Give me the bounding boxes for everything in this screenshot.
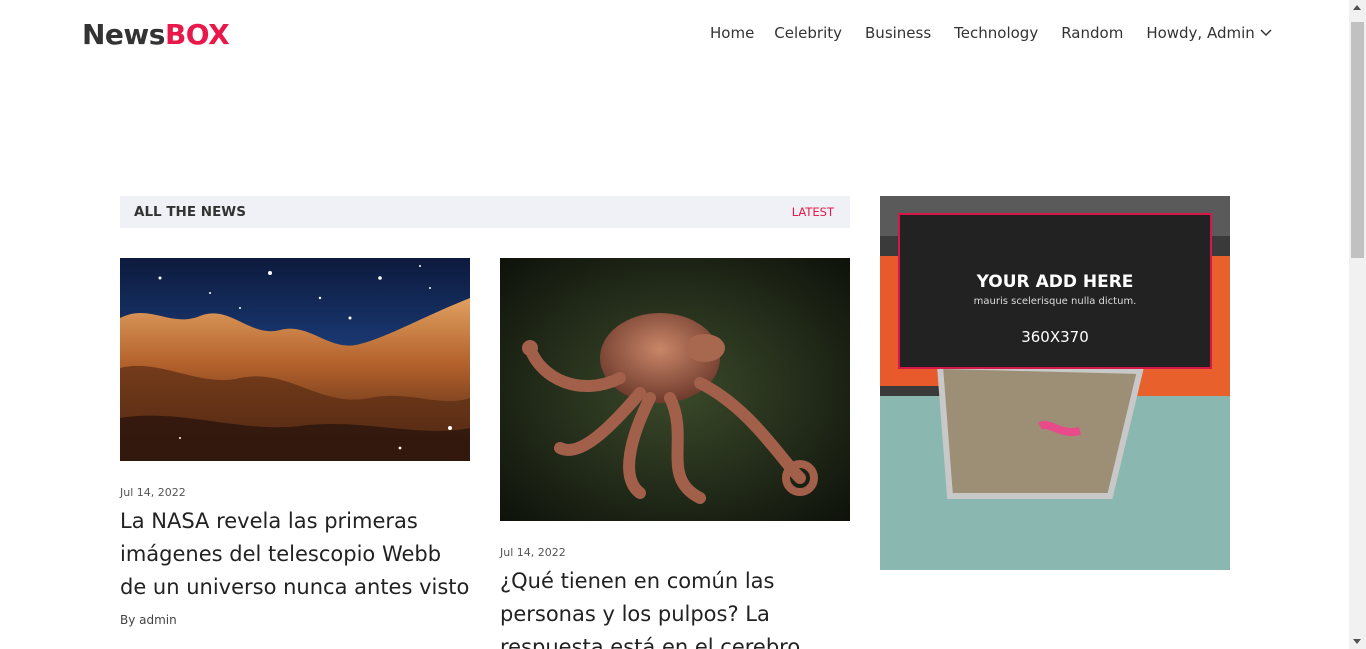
logo-text-news: News (82, 18, 165, 51)
article-date: Jul 14, 2022 (500, 546, 566, 559)
scroll-up-arrow-icon[interactable] (1353, 5, 1361, 10)
site-logo[interactable]: NewsBOX (82, 18, 230, 51)
user-menu-label: Howdy, Admin (1146, 24, 1255, 42)
scroll-down-arrow-icon[interactable] (1353, 639, 1361, 644)
nav-item-business[interactable]: Business (865, 23, 931, 43)
main-nav: Home Celebrity Business Technology Rando… (700, 23, 1272, 43)
article-title[interactable]: ¿Qué tienen en común las personas y los … (500, 565, 850, 649)
chevron-down-icon (1260, 29, 1272, 37)
nav-item-celebrity[interactable]: Celebrity (774, 23, 842, 43)
ad-size: 360X370 (1021, 328, 1089, 346)
logo-text-box: BOX (164, 18, 230, 51)
latest-link[interactable]: LATEST (792, 205, 834, 219)
article-date: Jul 14, 2022 (120, 486, 186, 499)
user-menu[interactable]: Howdy, Admin (1146, 23, 1272, 43)
nav-item-random[interactable]: Random (1061, 23, 1123, 43)
scrollbar-thumb[interactable] (1351, 22, 1364, 258)
article-title[interactable]: La NASA revela las primeras imágenes del… (120, 505, 470, 604)
section-header: ALL THE NEWS LATEST (120, 196, 850, 228)
article-card: Jul 14, 2022 La NASA revela las primeras… (120, 258, 470, 627)
page-scrollbar[interactable] (1349, 0, 1366, 649)
nebula-image[interactable] (120, 258, 470, 461)
ad-title: YOUR ADD HERE (976, 272, 1134, 292)
article-author: By admin (120, 613, 177, 627)
section-title: ALL THE NEWS (134, 204, 246, 220)
article-card: Jul 14, 2022 ¿Qué tienen en común las pe… (500, 258, 850, 649)
ad-subtitle: mauris scelerisque nulla dictum. (973, 296, 1137, 307)
ad-banner[interactable]: YOUR ADD HERE mauris scelerisque nulla d… (880, 196, 1230, 570)
nav-item-home[interactable]: Home (710, 23, 754, 43)
ad-placeholder-box: YOUR ADD HERE mauris scelerisque nulla d… (898, 213, 1212, 369)
nav-item-technology[interactable]: Technology (954, 23, 1038, 43)
octopus-image[interactable] (500, 258, 850, 521)
